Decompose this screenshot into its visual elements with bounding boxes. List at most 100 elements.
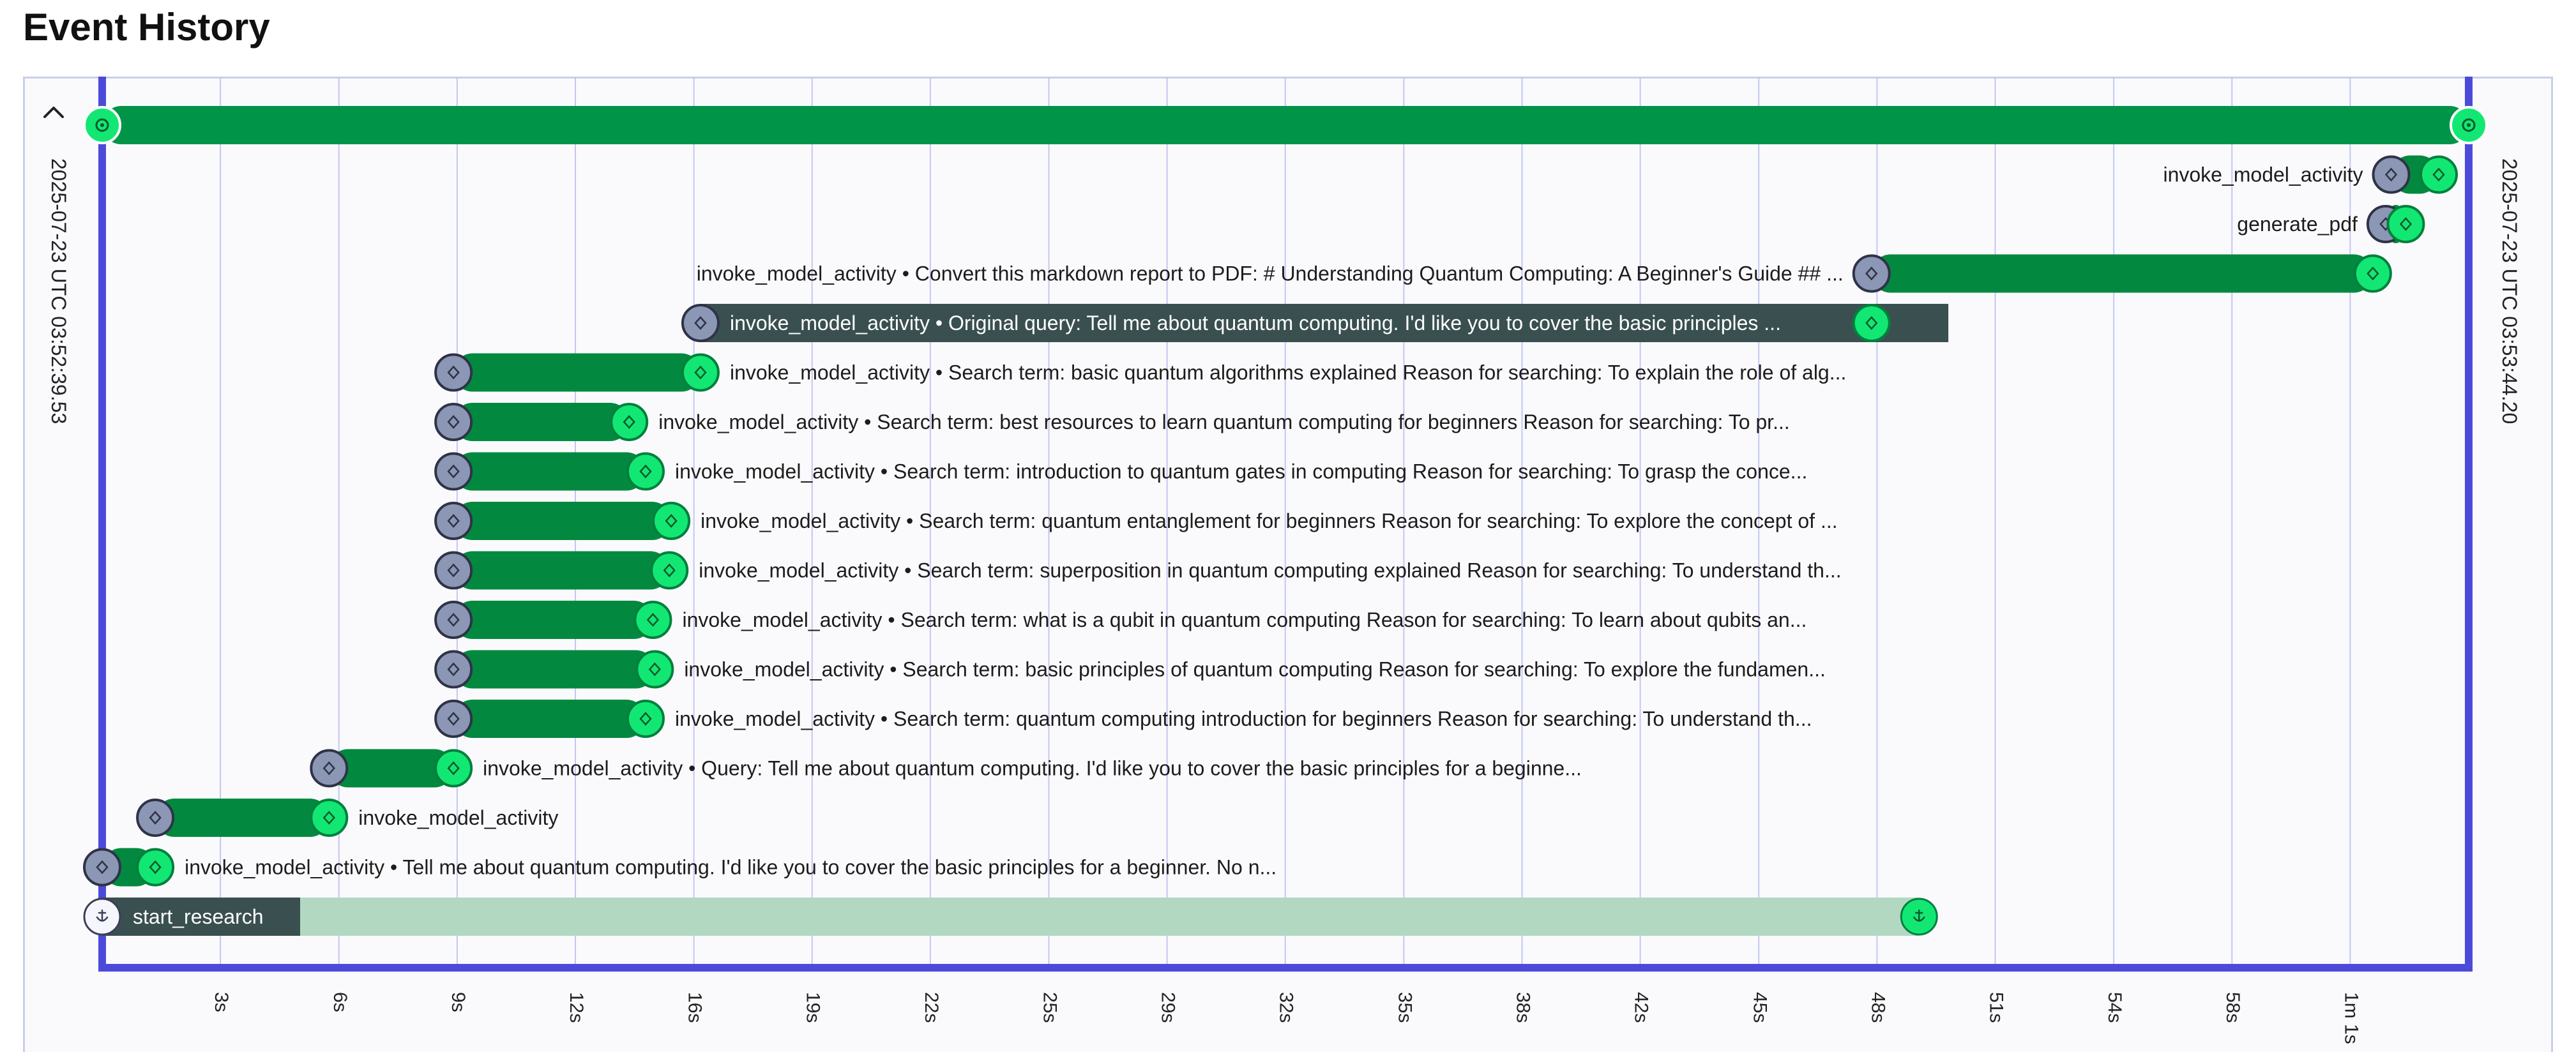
tick-label: 9s xyxy=(448,992,469,1012)
tick-label: 16s xyxy=(685,992,706,1023)
activity-bar[interactable] xyxy=(453,403,630,441)
event-activity-row-8[interactable]: invoke_model_activity • Search term: qua… xyxy=(434,502,1838,540)
tick-label: 29s xyxy=(1158,992,1179,1023)
tick-label: 54s xyxy=(2104,992,2125,1023)
activity-bar[interactable] xyxy=(453,650,655,689)
activity-start-node[interactable] xyxy=(434,601,473,639)
event-label: invoke_model_activity • Search term: qua… xyxy=(675,707,1812,730)
workflow-icon-center xyxy=(2467,123,2471,127)
activity-end-node[interactable] xyxy=(633,601,672,639)
event-label: invoke_model_activity • Tell me about qu… xyxy=(185,856,1277,879)
activity-end-node[interactable] xyxy=(136,848,175,887)
activity-start-node[interactable] xyxy=(136,799,175,837)
event-activity-row-13[interactable]: invoke_model_activity • Query: Tell me a… xyxy=(310,749,1582,788)
activity-end-node[interactable] xyxy=(610,403,649,441)
activity-start-node[interactable] xyxy=(1852,254,1891,293)
event-label: start_research xyxy=(133,905,264,928)
event-activity-row-15[interactable]: invoke_model_activity • Tell me about qu… xyxy=(83,848,1277,887)
tick-label: 3s xyxy=(211,992,232,1012)
activity-start-node[interactable] xyxy=(434,650,473,689)
workflow-bar[interactable] xyxy=(102,106,2469,144)
tick-label: 1m 1s xyxy=(2340,992,2361,1044)
tick-label: 12s xyxy=(566,992,587,1023)
event-activity-row-9[interactable]: invoke_model_activity • Search term: sup… xyxy=(434,551,1842,590)
activity-end-node[interactable] xyxy=(2386,205,2425,243)
activity-start-node[interactable] xyxy=(2372,155,2411,194)
event-label: invoke_model_activity xyxy=(2163,163,2363,186)
activity-start-node[interactable] xyxy=(681,304,720,342)
event-activity-row-5[interactable]: invoke_model_activity • Search term: bas… xyxy=(434,353,1846,392)
event-label: invoke_model_activity • Original query: … xyxy=(730,312,1781,334)
event-activity-row-11[interactable]: invoke_model_activity • Search term: bas… xyxy=(434,650,1826,689)
tick-label: 51s xyxy=(1985,992,2006,1023)
activity-bar[interactable] xyxy=(453,353,701,392)
tick-label: 32s xyxy=(1276,992,1297,1023)
activity-bar[interactable] xyxy=(453,452,646,491)
event-activity-row-2[interactable]: generate_pdf xyxy=(2237,205,2425,243)
event-workflow-row-0[interactable] xyxy=(83,106,2488,144)
event-timer-row-16[interactable]: start_research xyxy=(83,898,1938,936)
activity-start-node[interactable] xyxy=(434,551,473,590)
collapse-button[interactable] xyxy=(37,94,70,128)
event-label: invoke_model_activity • Convert this mar… xyxy=(697,262,1844,285)
activity-end-node[interactable] xyxy=(626,452,665,491)
activity-start-node[interactable] xyxy=(83,848,121,887)
event-label: invoke_model_activity • Search term: bes… xyxy=(658,410,1790,433)
event-label: invoke_model_activity • Search term: bas… xyxy=(730,361,1846,384)
activity-end-node[interactable] xyxy=(626,700,665,738)
tick-label: 6s xyxy=(330,992,351,1012)
activity-start-node[interactable] xyxy=(434,502,473,540)
event-label: invoke_model_activity • Search term: wha… xyxy=(682,608,1807,631)
activity-end-node[interactable] xyxy=(2353,254,2392,293)
activity-end-node[interactable] xyxy=(2420,155,2459,194)
activity-start-node[interactable] xyxy=(434,403,473,441)
tick-label: 38s xyxy=(1512,992,1533,1023)
event-activity-row-4[interactable]: invoke_model_activity • Original query: … xyxy=(681,304,1949,342)
tick-label: 48s xyxy=(1867,992,1888,1023)
activity-end-node[interactable] xyxy=(434,749,473,788)
activity-start-node[interactable] xyxy=(434,700,473,738)
event-label: invoke_model_activity xyxy=(358,806,558,829)
tick-label: 35s xyxy=(1394,992,1415,1023)
activity-bar[interactable] xyxy=(453,601,653,639)
event-activity-row-6[interactable]: invoke_model_activity • Search term: bes… xyxy=(434,403,1790,441)
event-label: generate_pdf xyxy=(2237,213,2358,236)
event-activity-row-1[interactable]: invoke_model_activity xyxy=(2163,155,2459,194)
activity-start-node[interactable] xyxy=(310,749,349,788)
event-timeline: 3s 6s 9s 12s 16s 19s 22s 25s 29s 32s 35s 38s 42s 45s 4… xyxy=(83,77,2488,1044)
activity-start-node[interactable] xyxy=(434,353,473,392)
activity-bar[interactable] xyxy=(1871,254,2373,293)
activity-end-node[interactable] xyxy=(652,502,691,540)
activity-end-node[interactable] xyxy=(310,799,349,837)
event-label: invoke_model_activity • Search term: qua… xyxy=(701,509,1837,532)
event-label: invoke_model_activity • Query: Tell me a… xyxy=(483,757,1582,780)
tick-label: 22s xyxy=(921,992,942,1023)
activity-bar[interactable] xyxy=(453,700,646,738)
timeline-start-label: 2025-07-23 UTC 03:52:39.53 xyxy=(47,158,70,425)
event-activity-row-14[interactable]: invoke_model_activity xyxy=(136,799,558,837)
activity-end-node[interactable] xyxy=(681,353,720,392)
activity-end-node[interactable] xyxy=(1852,304,1891,342)
chevron-up-icon xyxy=(43,107,64,118)
tick-label: 19s xyxy=(803,992,824,1023)
event-activity-row-7[interactable]: invoke_model_activity • Search term: int… xyxy=(434,452,1807,491)
event-label: invoke_model_activity • Search term: int… xyxy=(675,460,1807,483)
event-label: invoke_model_activity • Search term: bas… xyxy=(684,658,1826,681)
activity-bar[interactable] xyxy=(155,799,330,837)
activity-end-node[interactable] xyxy=(635,650,674,689)
event-activity-row-3[interactable]: invoke_model_activity • Convert this mar… xyxy=(697,254,2392,293)
activity-end-node[interactable] xyxy=(650,551,689,590)
activity-start-node[interactable] xyxy=(434,452,473,491)
activity-bar[interactable] xyxy=(453,551,670,590)
tick-label: 45s xyxy=(1749,992,1770,1023)
event-activity-row-10[interactable]: invoke_model_activity • Search term: wha… xyxy=(434,601,1807,639)
timeline-end-label: 2025-07-23 UTC 03:53:44.20 xyxy=(2498,158,2521,425)
tick-label: 42s xyxy=(1631,992,1652,1023)
activity-bar[interactable] xyxy=(453,502,672,540)
event-label: invoke_model_activity • Search term: sup… xyxy=(699,559,1841,582)
timer-bar[interactable] xyxy=(102,898,1920,936)
tick-label: 58s xyxy=(2222,992,2243,1023)
tick-label: 25s xyxy=(1040,992,1061,1023)
event-activity-row-12[interactable]: invoke_model_activity • Search term: qua… xyxy=(434,700,1812,738)
workflow-icon-center xyxy=(100,123,104,127)
